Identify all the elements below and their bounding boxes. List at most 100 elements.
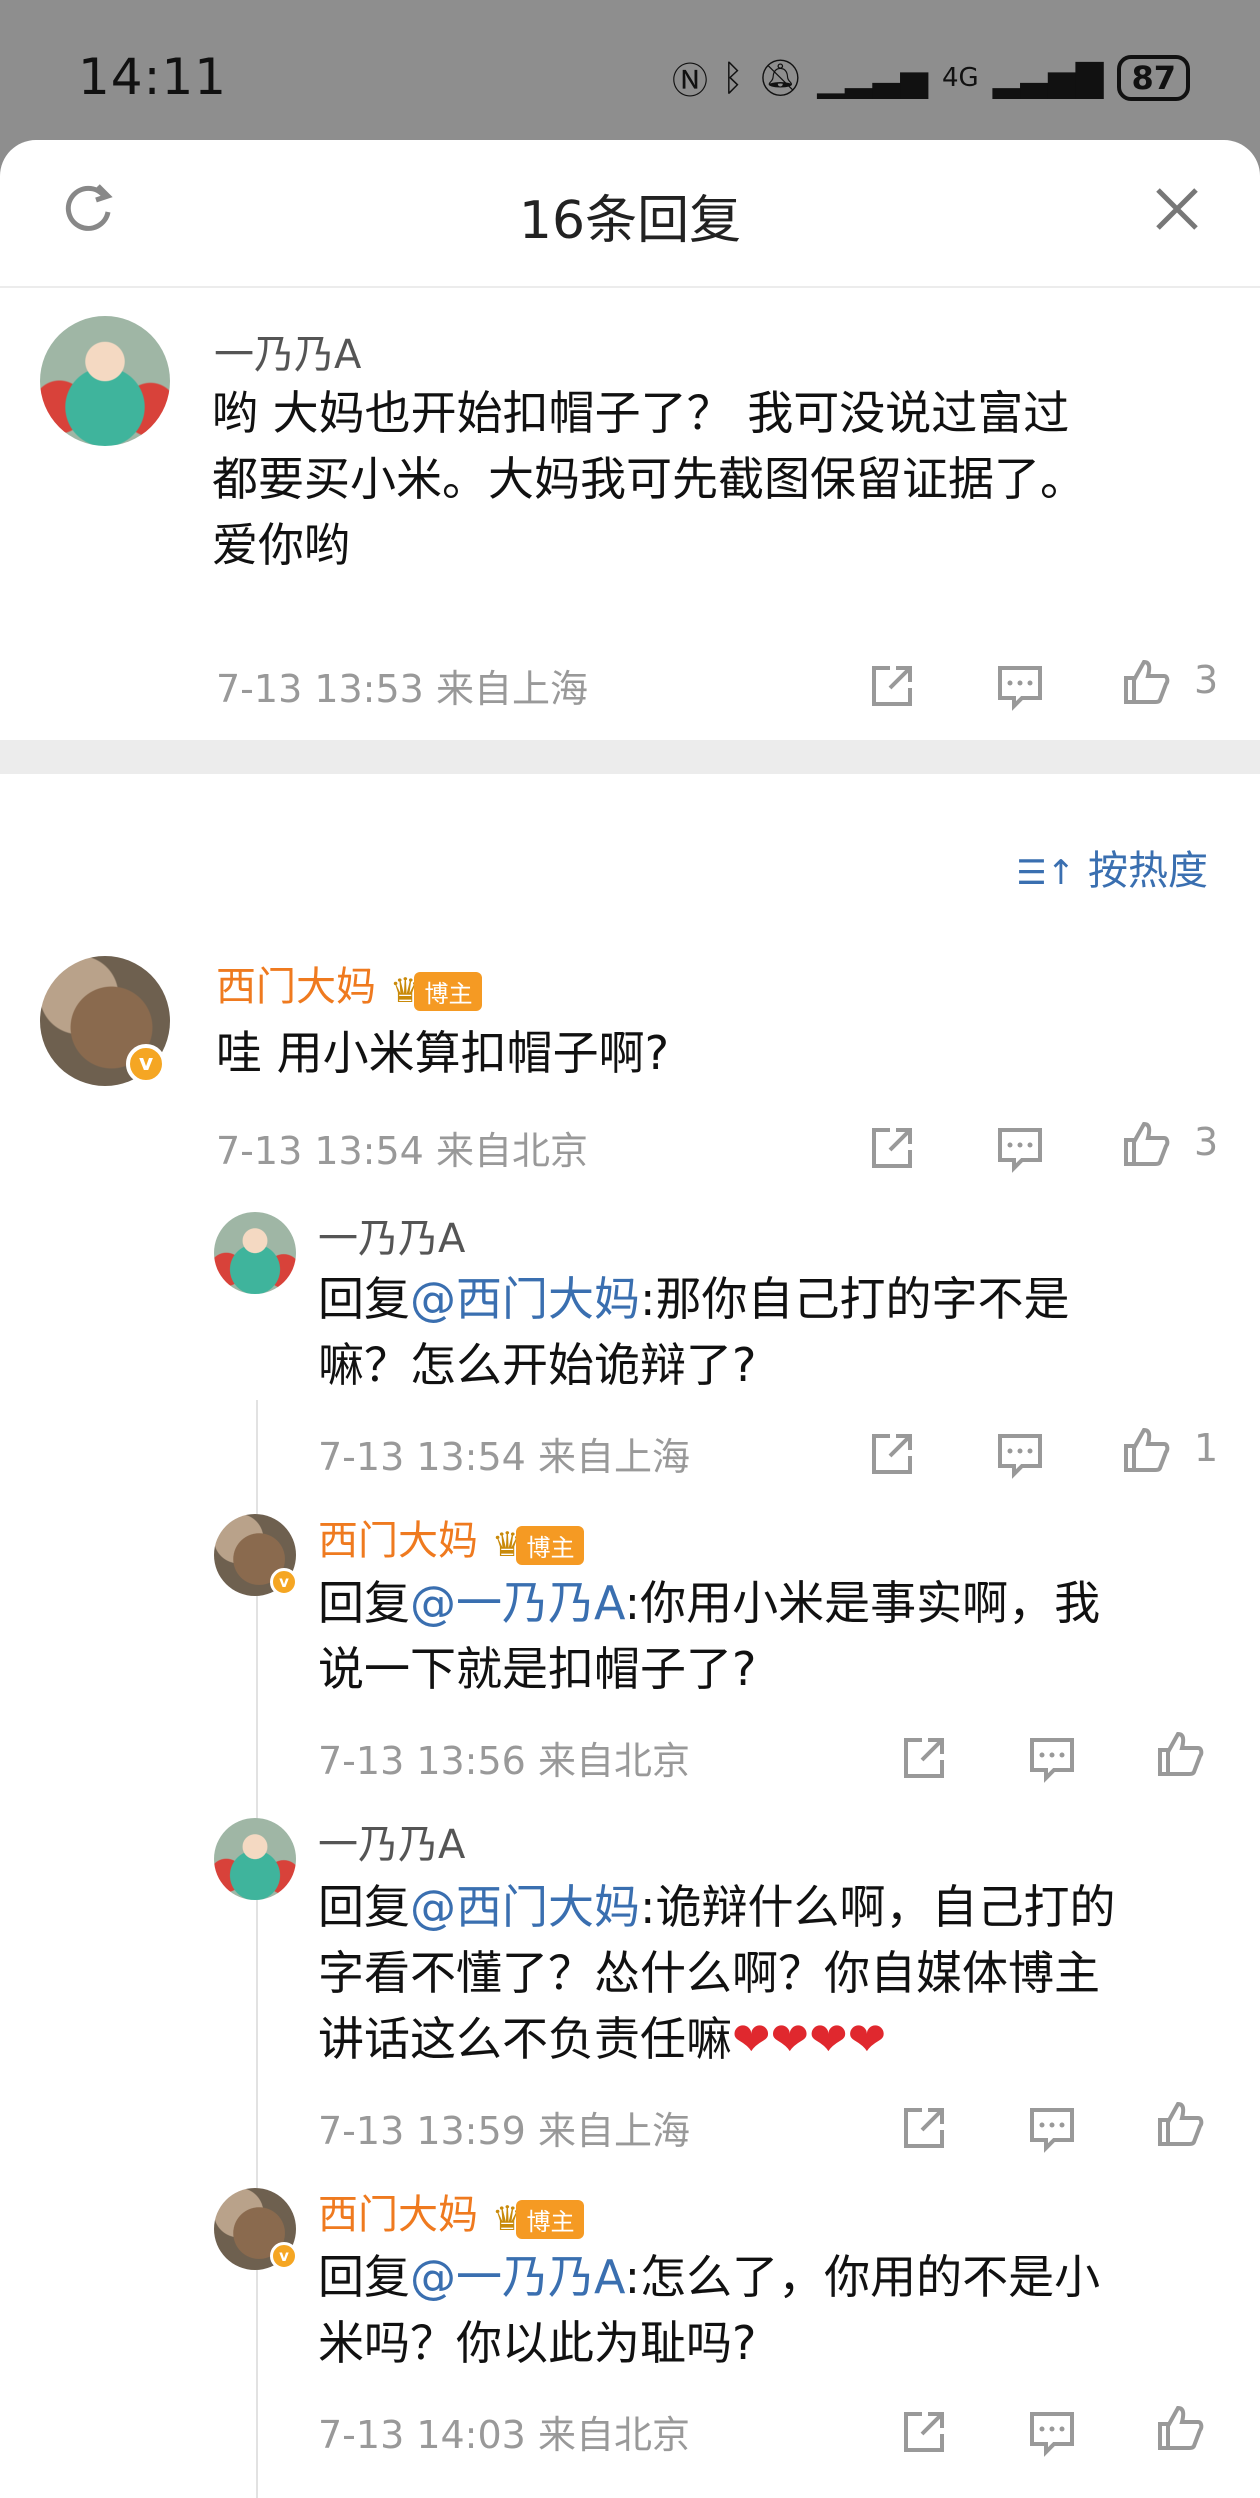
verified-badge: v [270,1568,298,1596]
like-icon[interactable] [1120,1424,1172,1476]
battery-level: 87 [1117,55,1190,101]
username-text: 西门大妈 [318,1518,478,1564]
blogger-badge: ♛ 博主 [492,1520,585,1566]
share-icon[interactable] [898,2102,950,2154]
comment-location: 来自上海 [435,667,588,711]
username[interactable]: 西门大妈 ♛ 博主 [318,2182,585,2240]
comment-meta: 7-13 13:53 来自上海 [216,658,588,713]
reply-prefix: 回复 [318,2250,410,2304]
like-icon[interactable] [1154,2098,1206,2150]
like-icon[interactable] [1154,1728,1206,1780]
comment-line: 米吗？你以此为耻吗? [318,2316,757,2370]
reply-text: :那你自己打的字不是 [640,1272,1070,1326]
username-text: 西门大妈 [216,964,376,1010]
avatar[interactable] [214,1212,296,1294]
comment-meta: 7-13 13:54 来自北京 [216,1120,588,1175]
reply-text: :你用小米是事实啊，我 [624,1576,1101,1630]
comment-time: 7-13 13:59 [318,2109,526,2153]
comment-meta: 7-13 13:54 来自上海 [318,1426,690,1481]
sheet-header: 16条回复 [0,140,1260,288]
username[interactable]: 一乃乃A [318,1206,465,1264]
reply-prefix: 回复 [318,1272,410,1326]
badge-label: 博主 [516,2199,585,2239]
comment-line: 爱你哟 [212,518,350,572]
comment-line: 字看不懂了？怂什么啊？你自媒体博主 [318,1946,1100,2000]
comment-location: 来自上海 [537,1435,690,1479]
share-icon[interactable] [866,1122,918,1174]
comment-line: 说一下就是扣帽子了? [318,1642,757,1696]
comment-time: 7-13 13:54 [318,1435,526,1479]
username[interactable]: 一乃乃A [214,322,361,380]
comment-line: 都要买小米。大妈我可先截图保留证据了。 [212,452,1086,506]
close-icon[interactable] [1152,184,1202,234]
signal-icon-2: ▂▃▅▇ [992,57,1104,99]
username[interactable]: 西门大妈 ♛ 博主 [318,1508,585,1566]
comment-icon[interactable] [994,1122,1046,1174]
comment-text: 哟 大妈也开始扣帽子了？ 我可没说过富过 都要买小米。大妈我可先截图保留证据了。… [212,380,1086,578]
avatar[interactable] [214,1818,296,1900]
comment-location: 来自北京 [537,2413,690,2457]
bluetooth-icon: ᛒ [721,57,744,99]
mute-icon: 🔕︎ [757,58,804,99]
like-count: 3 [1194,658,1219,702]
network-type: 4G [942,63,979,93]
replies-sheet: 16条回复 一乃乃A 哟 大妈也开始扣帽子了？ 我可没说过富过 都要买小米。大妈… [0,140,1260,2498]
mention-link[interactable]: @西门大妈 [410,1880,640,1934]
like-icon[interactable] [1120,1118,1172,1170]
share-icon[interactable] [898,2406,950,2458]
avatar[interactable] [40,316,170,446]
section-divider [0,740,1260,774]
comment-line: 回复@西门大妈:那你自己打的字不是 [318,1266,1070,1332]
like-icon[interactable] [1120,656,1172,708]
sheet-title: 16条回复 [518,191,742,251]
comment-text: 回复@一乃乃A:怎么了，你用的不是小 米吗？你以此为耻吗? [318,2244,1100,2376]
comment-meta: 7-13 13:56 来自北京 [318,1730,690,1785]
comment-text: 回复@西门大妈:那你自己打的字不是 嘛？怎么开始诡辩了? [318,1266,1070,1398]
reply-text: 讲话这么不负责任嘛 [318,2012,732,2066]
comment-line: 回复@一乃乃A:你用小米是事实啊，我 [318,1570,1100,1636]
mention-link[interactable]: @一乃乃A [410,1576,625,1630]
comment-text: 回复@一乃乃A:你用小米是事实啊，我 说一下就是扣帽子了? [318,1570,1100,1702]
comment-icon[interactable] [1026,2102,1078,2154]
username[interactable]: 西门大妈 ♛ 博主 [216,954,483,1012]
badge-label: 博主 [516,1525,585,1565]
sort-toggle[interactable]: ☰↑ 按热度 [1016,838,1208,896]
share-icon[interactable] [866,660,918,712]
sort-icon: ☰↑ [1016,853,1076,893]
username[interactable]: 一乃乃A [318,1812,465,1870]
share-icon[interactable] [898,1732,950,1784]
comment-icon[interactable] [1026,1732,1078,1784]
reply-text: :怎么了，你用的不是小 [624,2250,1101,2304]
nfc-icon: Ⓝ [671,61,708,102]
comment-location: 来自北京 [537,1739,690,1783]
blogger-badge: ♛ 博主 [492,2194,585,2240]
comment-line: 回复@一乃乃A:怎么了，你用的不是小 [318,2244,1100,2310]
comment-icon[interactable] [1026,2406,1078,2458]
comment-location: 来自北京 [435,1129,588,1173]
status-time: 14:11 [78,48,228,106]
sort-label: 按热度 [1088,848,1208,894]
like-icon[interactable] [1154,2402,1206,2454]
mention-link[interactable]: @西门大妈 [410,1272,640,1326]
mention-link[interactable]: @一乃乃A [410,2250,625,2304]
badge-label: 博主 [414,971,483,1011]
comment-meta: 7-13 14:03 来自北京 [318,2404,690,2459]
comment-icon[interactable] [994,1428,1046,1480]
verified-badge: v [270,2242,298,2270]
comment-meta: 7-13 13:59 来自上海 [318,2100,690,2155]
comment-text: 哇 用小米算扣帽子啊? [216,1026,670,1080]
username-text: 西门大妈 [318,2192,478,2238]
comment-line: 哟 大妈也开始扣帽子了？ 我可没说过富过 [212,386,1070,440]
reply-prefix: 回复 [318,1576,410,1630]
comment-line: 讲话这么不负责任嘛❤❤❤❤ [318,2006,1116,2072]
share-icon[interactable] [866,1428,918,1480]
blogger-badge: ♛ 博主 [390,966,483,1012]
comment-time: 7-13 13:56 [318,1739,526,1783]
reply-text: :诡辩什么啊，自己打的 [640,1880,1116,1934]
reply-prefix: 回复 [318,1880,410,1934]
comment-icon[interactable] [994,660,1046,712]
comment-time: 7-13 13:54 [216,1129,424,1173]
like-count: 3 [1194,1120,1219,1164]
comment-line: 回复@西门大妈:诡辩什么啊，自己打的 [318,1874,1116,1940]
comment-time: 7-13 13:53 [216,667,424,711]
